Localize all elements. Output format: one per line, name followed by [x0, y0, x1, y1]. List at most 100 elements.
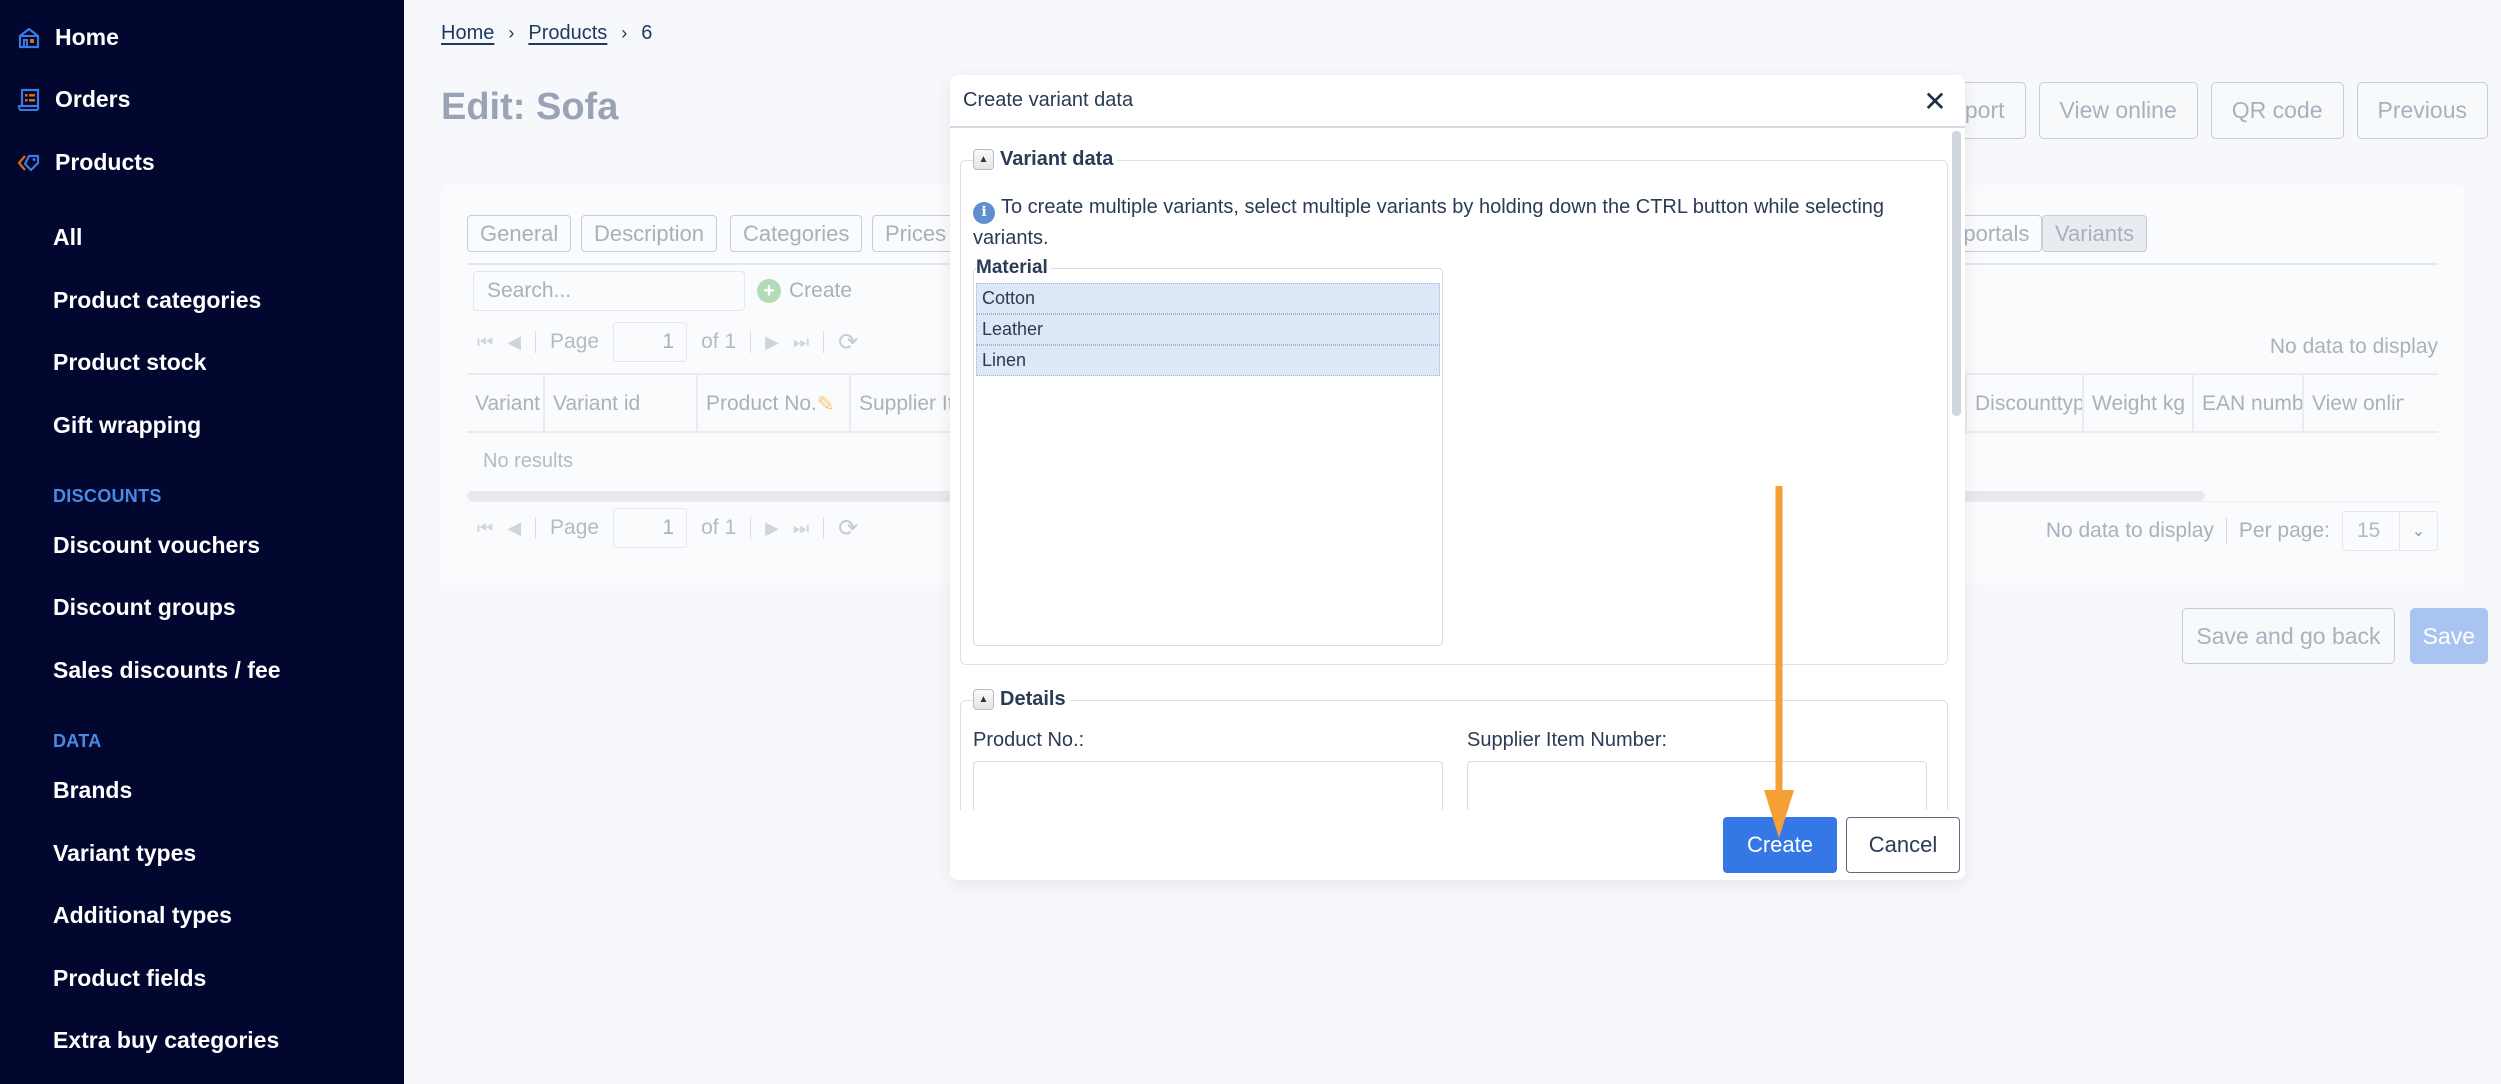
- sidebar-item-brands[interactable]: Brands: [53, 777, 132, 804]
- create-label: Create: [789, 279, 853, 302]
- col-view-online[interactable]: View onlin: [2304, 375, 2404, 433]
- cancel-button[interactable]: Cancel: [1846, 817, 1960, 873]
- chevron-right-icon: ›: [508, 23, 515, 43]
- next-page-icon[interactable]: ▶: [765, 518, 779, 539]
- sidebar-item-label: Products: [55, 149, 155, 175]
- modal-scrollbar[interactable]: [1952, 131, 1961, 416]
- sidebar-item-product-categories[interactable]: Product categories: [53, 287, 261, 314]
- sidebar-section-discounts: DISCOUNTS: [53, 486, 162, 506]
- pager-bottom: ⏮ ◀ Page 1 of 1 ▶ ⏭ ⟳: [477, 508, 858, 548]
- sidebar-item-extra-buy-categories[interactable]: Extra buy categories: [53, 1027, 279, 1054]
- no-results: No results: [483, 450, 574, 472]
- save-and-go-back-button[interactable]: Save and go back: [2182, 608, 2395, 664]
- per-page-select[interactable]: 15 ⌄: [2342, 511, 2438, 551]
- sidebar-item-all[interactable]: All: [53, 224, 82, 251]
- col-ean[interactable]: EAN numbe: [2194, 375, 2304, 433]
- list-option-linen[interactable]: Linen: [976, 345, 1440, 376]
- close-icon[interactable]: ✕: [1920, 84, 1950, 118]
- tab-description[interactable]: Description: [581, 215, 718, 252]
- col-weight[interactable]: Weight kg: [2084, 375, 2194, 433]
- material-listbox[interactable]: Material Cotton Leather Linen: [973, 257, 1443, 646]
- sidebar-item-additional-types[interactable]: Additional types: [53, 902, 232, 929]
- sidebar-item-orders[interactable]: Orders: [17, 86, 130, 113]
- col-product-no[interactable]: Product No. ✎: [698, 375, 851, 433]
- save-button[interactable]: Save: [2409, 608, 2488, 664]
- create-variant-button[interactable]: + Create: [757, 271, 852, 311]
- col-variant[interactable]: Variant: [467, 375, 545, 433]
- variant-data-fieldset: ▲ Variant data i To create multiple varia…: [960, 148, 1948, 665]
- divider: [535, 517, 537, 539]
- divider: [823, 331, 825, 353]
- top-actions: Export View online QR code Previous: [1889, 82, 2501, 139]
- no-data-top: No data to display: [2269, 335, 2438, 358]
- qr-code-button[interactable]: QR code: [2210, 82, 2344, 139]
- modal-body: ▲ Variant data i To create multiple varia…: [950, 130, 1965, 810]
- divider: [535, 331, 537, 353]
- list-option-leather[interactable]: Leather: [976, 314, 1440, 345]
- next-page-icon[interactable]: ▶: [765, 332, 779, 353]
- details-legend: ▲ Details: [973, 688, 1070, 711]
- product-no-input[interactable]: [973, 761, 1443, 810]
- breadcrumb-home[interactable]: Home: [441, 22, 494, 45]
- sidebar: Home Orders Products All Product categor…: [0, 0, 404, 1084]
- tab-variants[interactable]: Variants: [2042, 215, 2148, 252]
- prev-page-icon[interactable]: ◀: [507, 518, 521, 539]
- col-discounttype[interactable]: Discounttype: [1967, 375, 2084, 433]
- list-option-cotton[interactable]: Cotton: [976, 283, 1440, 314]
- chevron-down-icon: ⌄: [2399, 512, 2437, 550]
- sidebar-item-discount-vouchers[interactable]: Discount vouchers: [53, 532, 260, 559]
- sidebar-item-discount-groups[interactable]: Discount groups: [53, 594, 236, 621]
- refresh-icon[interactable]: ⟳: [838, 328, 858, 357]
- page-label: Page: [550, 330, 600, 353]
- modal-footer: Create Cancel: [1723, 817, 1960, 873]
- collapse-up-icon[interactable]: ▲: [973, 689, 994, 710]
- no-data-bottom: No data to display: [2045, 519, 2214, 542]
- first-page-icon[interactable]: ⏮: [477, 518, 493, 539]
- details-title: Details: [1000, 688, 1066, 710]
- sidebar-item-product-fields[interactable]: Product fields: [53, 965, 206, 992]
- collapse-up-icon[interactable]: ▲: [973, 149, 994, 170]
- sidebar-item-variant-types[interactable]: Variant types: [53, 840, 196, 867]
- col-product-no-label: Product No.: [706, 392, 817, 415]
- info-message: i To create multiple variants, select mul…: [973, 193, 1917, 253]
- breadcrumb-current: 6: [641, 22, 653, 44]
- sidebar-item-sales-discounts[interactable]: Sales discounts / fee: [53, 657, 281, 684]
- sidebar-item-gift-wrapping[interactable]: Gift wrapping: [53, 412, 201, 439]
- search-input[interactable]: Search...: [473, 271, 745, 311]
- chevron-right-icon: ›: [621, 23, 628, 43]
- breadcrumb: Home › Products › 6: [441, 22, 652, 45]
- divider: [823, 517, 825, 539]
- prev-page-icon[interactable]: ◀: [507, 332, 521, 353]
- tab-categories[interactable]: Categories: [730, 215, 863, 252]
- sidebar-item-product-stock[interactable]: Product stock: [53, 349, 206, 376]
- page-number-input[interactable]: 1: [613, 322, 688, 362]
- previous-button[interactable]: Previous: [2356, 82, 2488, 139]
- per-page-label: Per page:: [2238, 519, 2330, 542]
- sidebar-item-products[interactable]: Products: [17, 149, 155, 176]
- pager-top: ⏮ ◀ Page 1 of 1 ▶ ⏭ ⟳: [477, 322, 858, 362]
- home-icon: [18, 27, 40, 48]
- refresh-icon[interactable]: ⟳: [838, 514, 858, 543]
- last-page-icon[interactable]: ⏭: [793, 332, 809, 353]
- tab-general[interactable]: General: [467, 215, 572, 252]
- orders-icon: [17, 88, 40, 111]
- variant-data-title: Variant data: [1000, 148, 1114, 170]
- col-variant-id[interactable]: Variant id: [545, 375, 698, 433]
- supplier-item-number-input[interactable]: [1467, 761, 1927, 810]
- product-no-label: Product No.:: [973, 729, 1085, 751]
- last-page-icon[interactable]: ⏭: [793, 518, 809, 539]
- create-button[interactable]: Create: [1723, 817, 1837, 873]
- info-text: To create multiple variants, select mult…: [973, 196, 1885, 249]
- tab-prices[interactable]: Prices: [872, 215, 960, 252]
- tag-icon: [17, 154, 40, 171]
- divider: [750, 331, 752, 353]
- breadcrumb-products[interactable]: Products: [528, 22, 607, 45]
- page-count: of 1: [701, 330, 737, 353]
- sidebar-item-label: Home: [55, 24, 119, 50]
- first-page-icon[interactable]: ⏮: [477, 332, 493, 353]
- page-number-input[interactable]: 1: [613, 508, 688, 548]
- sidebar-item-home[interactable]: Home: [17, 24, 119, 51]
- sidebar-item-label: Orders: [55, 86, 131, 112]
- view-online-button[interactable]: View online: [2038, 82, 2198, 139]
- modal-title: Create variant data: [963, 89, 1134, 111]
